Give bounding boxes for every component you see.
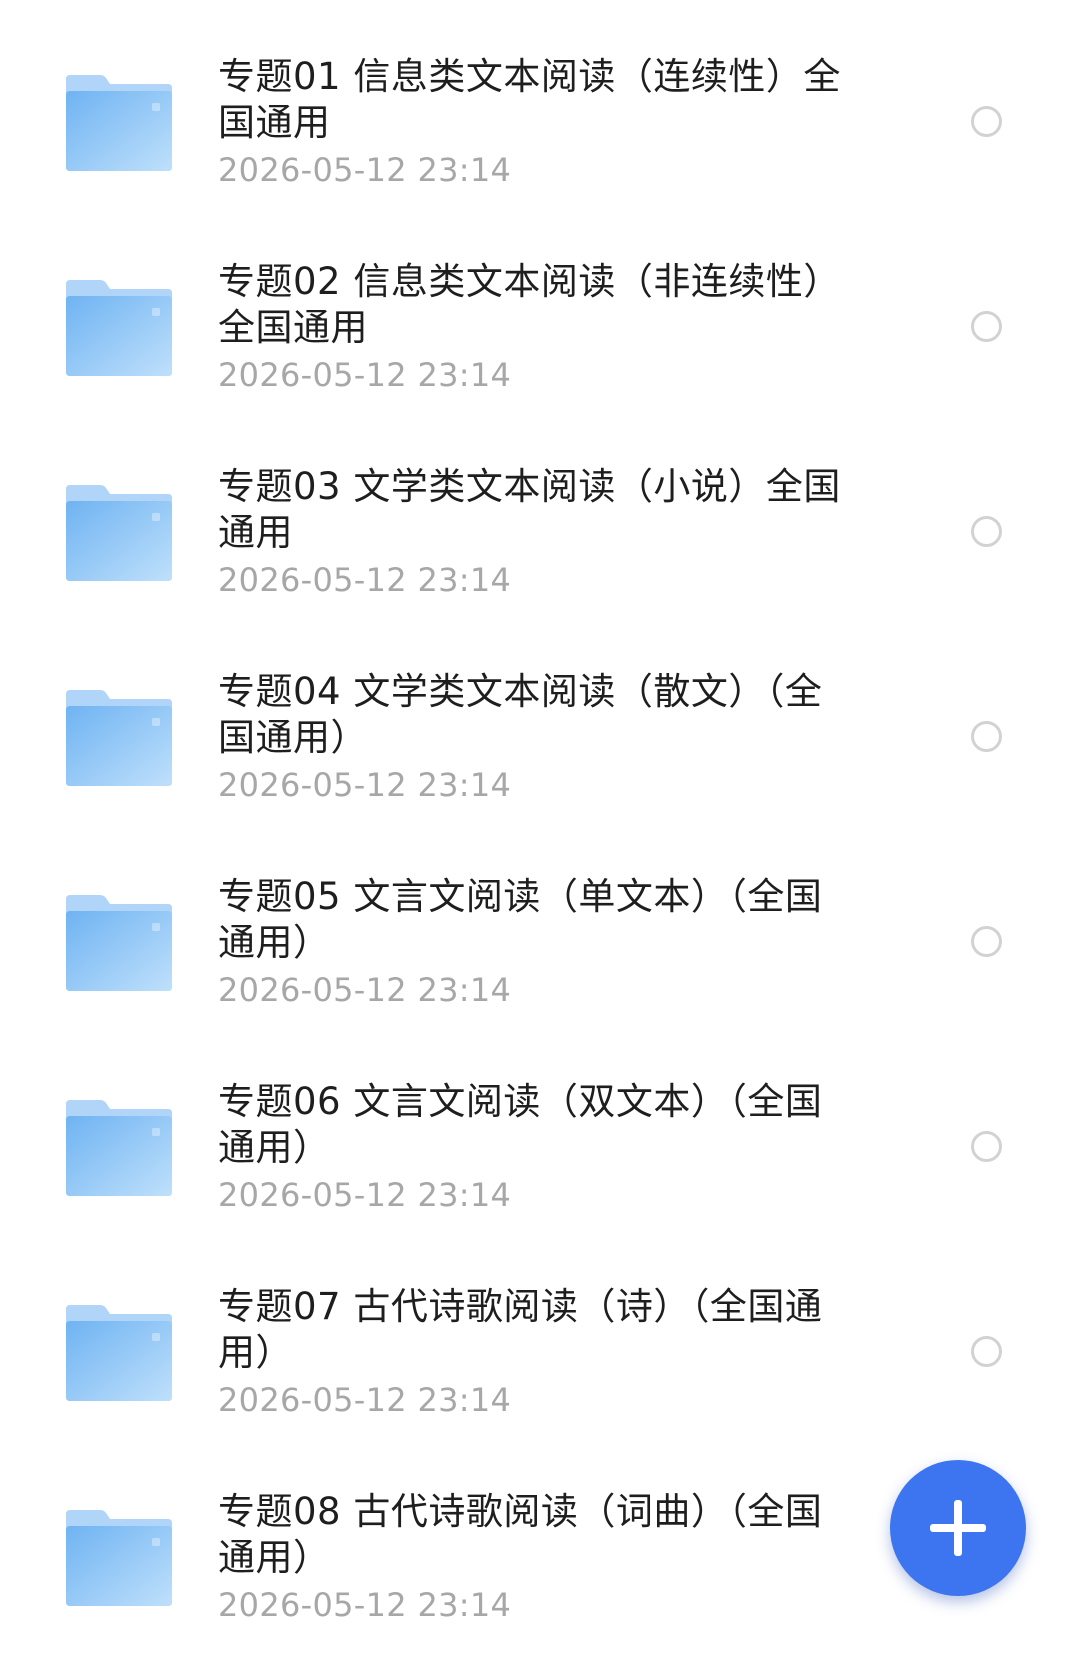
- file-name: 专题01 信息类文本阅读（连续性）全国通用: [218, 55, 841, 144]
- file-date: 2026-05-12 23:14: [218, 561, 512, 599]
- file-name: 专题08 古代诗歌阅读（词曲）（全国通用）: [218, 1490, 823, 1579]
- list-item[interactable]: 专题02 信息类文本阅读（非连续性）全国通用 2026-05-12 23:14: [0, 223, 1080, 428]
- folder-icon: [64, 1098, 174, 1198]
- select-radio[interactable]: [971, 311, 1002, 342]
- folder-icon: [64, 893, 174, 993]
- list-item[interactable]: 专题01 信息类文本阅读（连续性）全国通用 2026-05-12 23:14: [0, 18, 1080, 223]
- folder-icon: [64, 1508, 174, 1608]
- list-item[interactable]: 专题05 文言文阅读（单文本）（全国通用） 2026-05-12 23:14: [0, 838, 1080, 1043]
- folder-icon: [64, 1303, 174, 1403]
- folder-icon: [64, 688, 174, 788]
- file-name: 专题05 文言文阅读（单文本）（全国通用）: [218, 875, 823, 964]
- file-date: 2026-05-12 23:14: [218, 766, 512, 804]
- file-date: 2026-05-12 23:14: [218, 151, 512, 189]
- file-name: 专题04 文学类文本阅读（散文）（全国通用）: [218, 670, 823, 759]
- list-item[interactable]: 专题07 古代诗歌阅读（诗）（全国通用） 2026-05-12 23:14: [0, 1248, 1080, 1453]
- select-radio[interactable]: [971, 1336, 1002, 1367]
- add-button[interactable]: [890, 1460, 1026, 1596]
- file-date: 2026-05-12 23:14: [218, 1381, 512, 1419]
- select-radio[interactable]: [971, 1131, 1002, 1162]
- file-name: 专题02 信息类文本阅读（非连续性）全国通用: [218, 260, 841, 349]
- select-radio[interactable]: [971, 106, 1002, 137]
- list-item[interactable]: 专题04 文学类文本阅读（散文）（全国通用） 2026-05-12 23:14: [0, 633, 1080, 838]
- file-list: 专题01 信息类文本阅读（连续性）全国通用 2026-05-12 23:14 专…: [0, 18, 1080, 1658]
- list-item[interactable]: 专题03 文学类文本阅读（小说）全国通用 2026-05-12 23:14: [0, 428, 1080, 633]
- file-date: 2026-05-12 23:14: [218, 1176, 512, 1214]
- plus-icon: [930, 1500, 986, 1556]
- folder-icon: [64, 73, 174, 173]
- select-radio[interactable]: [971, 721, 1002, 752]
- select-radio[interactable]: [971, 516, 1002, 547]
- file-name: 专题07 古代诗歌阅读（诗）（全国通用）: [218, 1285, 823, 1374]
- file-date: 2026-05-12 23:14: [218, 971, 512, 1009]
- file-name: 专题03 文学类文本阅读（小说）全国通用: [218, 465, 841, 554]
- folder-icon: [64, 483, 174, 583]
- list-item[interactable]: 专题06 文言文阅读（双文本）（全国通用） 2026-05-12 23:14: [0, 1043, 1080, 1248]
- select-radio[interactable]: [971, 926, 1002, 957]
- file-date: 2026-05-12 23:14: [218, 1586, 512, 1624]
- file-name: 专题06 文言文阅读（双文本）（全国通用）: [218, 1080, 823, 1169]
- file-date: 2026-05-12 23:14: [218, 356, 512, 394]
- folder-icon: [64, 278, 174, 378]
